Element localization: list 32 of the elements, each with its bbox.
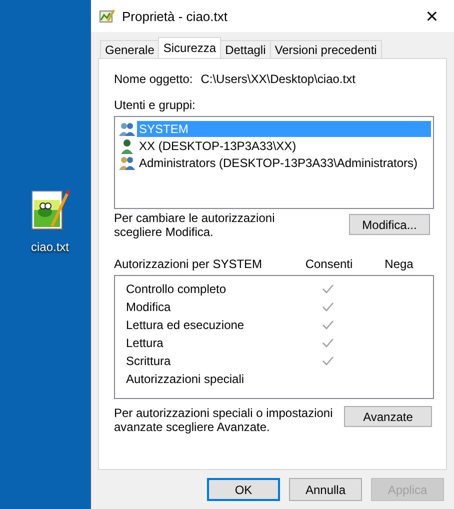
tab[interactable]: Dettagli [220, 40, 271, 58]
permission-name: Autorizzazioni speciali [126, 372, 246, 386]
user-item[interactable]: Administrators (DESKTOP-13P3A33\Administrators) [137, 154, 420, 170]
users-label: Utenti e gruppi: [114, 98, 196, 112]
users-icon [119, 120, 135, 136]
allow-header: Consenti [304, 257, 354, 271]
object-name-label: Nome oggetto: [114, 72, 193, 86]
window-title: Proprietà - ciao.txt [122, 8, 228, 24]
change-hint: Per cambiare le autorizzazioni scegliere Modifica. [114, 211, 276, 239]
permission-name: Modifica [126, 300, 172, 314]
notepad-file-icon[interactable] [30, 188, 70, 232]
file-label: ciao.txt [30, 240, 69, 254]
dialog-button[interactable]: OK [207, 478, 280, 501]
tab[interactable]: Generale [100, 40, 160, 58]
edit-button[interactable]: Modifica... [349, 214, 430, 235]
advanced-hint: Per autorizzazioni speciali o impostazioni avanzate scegliere Avanzate. [114, 406, 334, 434]
permission-name: Controllo completo [126, 282, 228, 296]
advanced-button[interactable]: Avanzate [344, 406, 432, 427]
object-name-value: C:\Users\XX\Desktop\ciao.txt [200, 72, 356, 86]
tab[interactable]: Versioni precedenti [270, 40, 382, 58]
user-item[interactable]: XX (DESKTOP-13P3A33\XX) [137, 138, 298, 154]
permission-name: Lettura ed esecuzione [126, 318, 246, 332]
tab[interactable]: Sicurezza [158, 37, 222, 58]
deny-header: Nega [384, 257, 414, 271]
close-button[interactable]: ✕ [410, 0, 454, 32]
users-icon [119, 154, 135, 170]
properties-icon [99, 8, 115, 24]
users-icon [119, 138, 135, 154]
permission-name: Scrittura [126, 354, 172, 368]
permissions-title: Autorizzazioni per SYSTEM [114, 257, 264, 271]
permission-name: Lettura [126, 336, 164, 350]
dialog-button[interactable]: Annulla [289, 478, 362, 501]
